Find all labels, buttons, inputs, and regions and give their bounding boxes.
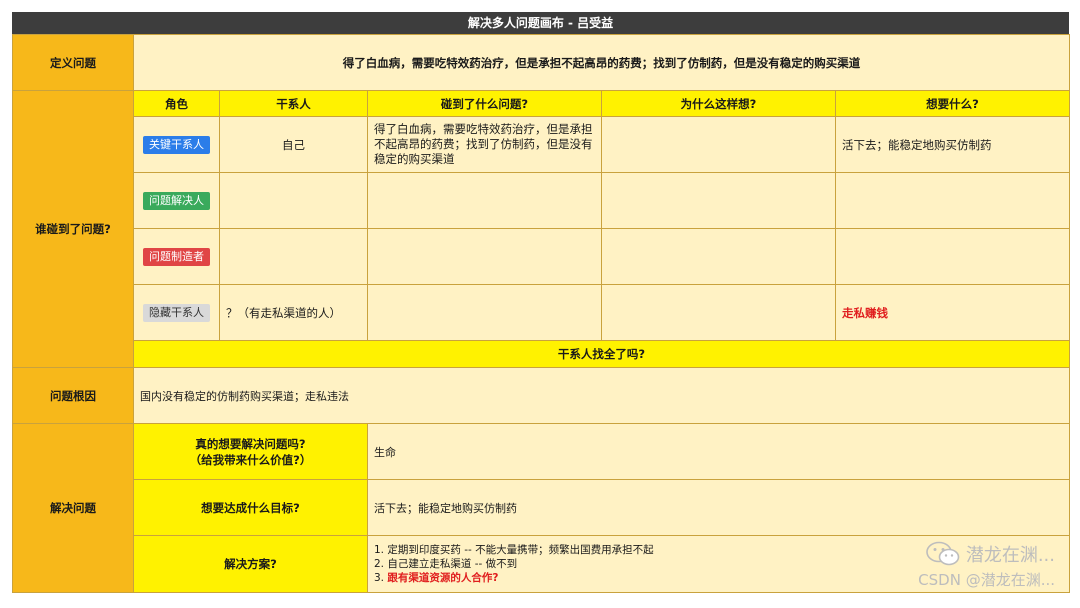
root-cause-text: 国内没有稳定的仿制药购买渠道；走私违法 bbox=[132, 367, 1071, 424]
solution-item-3-highlight: 跟有渠道资源的人合作? bbox=[387, 572, 499, 584]
want-cell: 活下去；能稳定地购买仿制药 bbox=[834, 116, 1071, 173]
stakeholder-check: 干系人找全了吗? bbox=[132, 340, 1071, 368]
question-value-line2: （给我带来什么价值?） bbox=[189, 452, 312, 467]
table-row: 隐藏干系人 ？（有走私渠道的人） 走私赚钱 bbox=[13, 284, 1071, 341]
want-cell bbox=[834, 228, 1071, 285]
why-cell bbox=[601, 116, 836, 173]
want-cell-highlight: 走私赚钱 bbox=[834, 284, 1071, 341]
solution-item-3-prefix: 3. bbox=[374, 572, 385, 584]
table-row: 问题解决人 bbox=[13, 172, 1071, 229]
problem-canvas-table: 定义问题 得了白血病，需要吃特效药治疗，但是承担不起高昂的药费；找到了仿制药，但… bbox=[12, 34, 1071, 593]
answer-goal: 活下去；能稳定地购买仿制药 bbox=[366, 479, 1071, 536]
why-cell bbox=[601, 228, 836, 285]
question-goal: 想要达成什么目标? bbox=[133, 479, 368, 536]
role-tag-problem-solver: 问题解决人 bbox=[143, 191, 210, 210]
watermark: 潜龙在渊... CSDN @潜龙在渊... bbox=[918, 541, 1055, 590]
question-value: 真的想要解决问题吗? （给我带来什么价值?） bbox=[133, 423, 368, 480]
stakeholder-cell: ？（有走私渠道的人） bbox=[219, 284, 368, 341]
role-tag-hidden-stakeholder: 隐藏干系人 bbox=[143, 303, 210, 322]
header-want: 想要什么? bbox=[834, 90, 1071, 117]
why-cell bbox=[601, 172, 836, 229]
table-row: 关键干系人 自己 得了白血病，需要吃特效药治疗，但是承担不起高昂的药费；找到了仿… bbox=[13, 116, 1071, 173]
problem-cell: 得了白血病，需要吃特效药治疗，但是承担不起高昂的药费；找到了仿制药，但是没有稳定… bbox=[367, 116, 602, 173]
role-tag-key-stakeholder: 关键干系人 bbox=[143, 135, 210, 154]
role-tag-problem-maker: 问题制造者 bbox=[143, 247, 210, 266]
question-value-line1: 真的想要解决问题吗? bbox=[195, 436, 306, 451]
watermark-text: 潜龙在渊... bbox=[965, 545, 1055, 566]
why-cell bbox=[601, 284, 836, 341]
want-cell bbox=[834, 172, 1071, 229]
define-text: 得了白血病，需要吃特效药治疗，但是承担不起高昂的药费；找到了仿制药，但是没有稳定… bbox=[132, 34, 1071, 91]
canvas-title: 解决多人问题画布 - 吕受益 bbox=[12, 12, 1069, 34]
header-problem: 碰到了什么问题? bbox=[367, 90, 602, 117]
header-role: 角色 bbox=[133, 90, 220, 117]
wechat-icon bbox=[926, 541, 960, 566]
who-label: 谁碰到了问题? bbox=[12, 90, 134, 368]
problem-cell bbox=[367, 172, 602, 229]
stakeholder-cell: 自己 bbox=[219, 116, 368, 173]
solve-label: 解决问题 bbox=[12, 423, 134, 593]
table-row: 问题制造者 bbox=[13, 228, 1071, 285]
define-label: 定义问题 bbox=[12, 34, 134, 91]
canvas: 解决多人问题画布 - 吕受益 定义问题 得了白血病，需要吃特效药治疗，但是承担不… bbox=[12, 12, 1071, 596]
answer-value: 生命 bbox=[366, 423, 1071, 480]
question-solution: 解决方案? bbox=[133, 535, 368, 593]
header-why: 为什么这样想? bbox=[601, 90, 836, 117]
problem-cell bbox=[367, 228, 602, 285]
stakeholder-cell bbox=[219, 172, 368, 229]
problem-cell bbox=[367, 284, 602, 341]
root-cause-label: 问题根因 bbox=[12, 367, 134, 424]
stakeholder-cell bbox=[219, 228, 368, 285]
header-stakeholder: 干系人 bbox=[219, 90, 368, 117]
watermark-source: CSDN @潜龙在渊... bbox=[918, 571, 1055, 589]
